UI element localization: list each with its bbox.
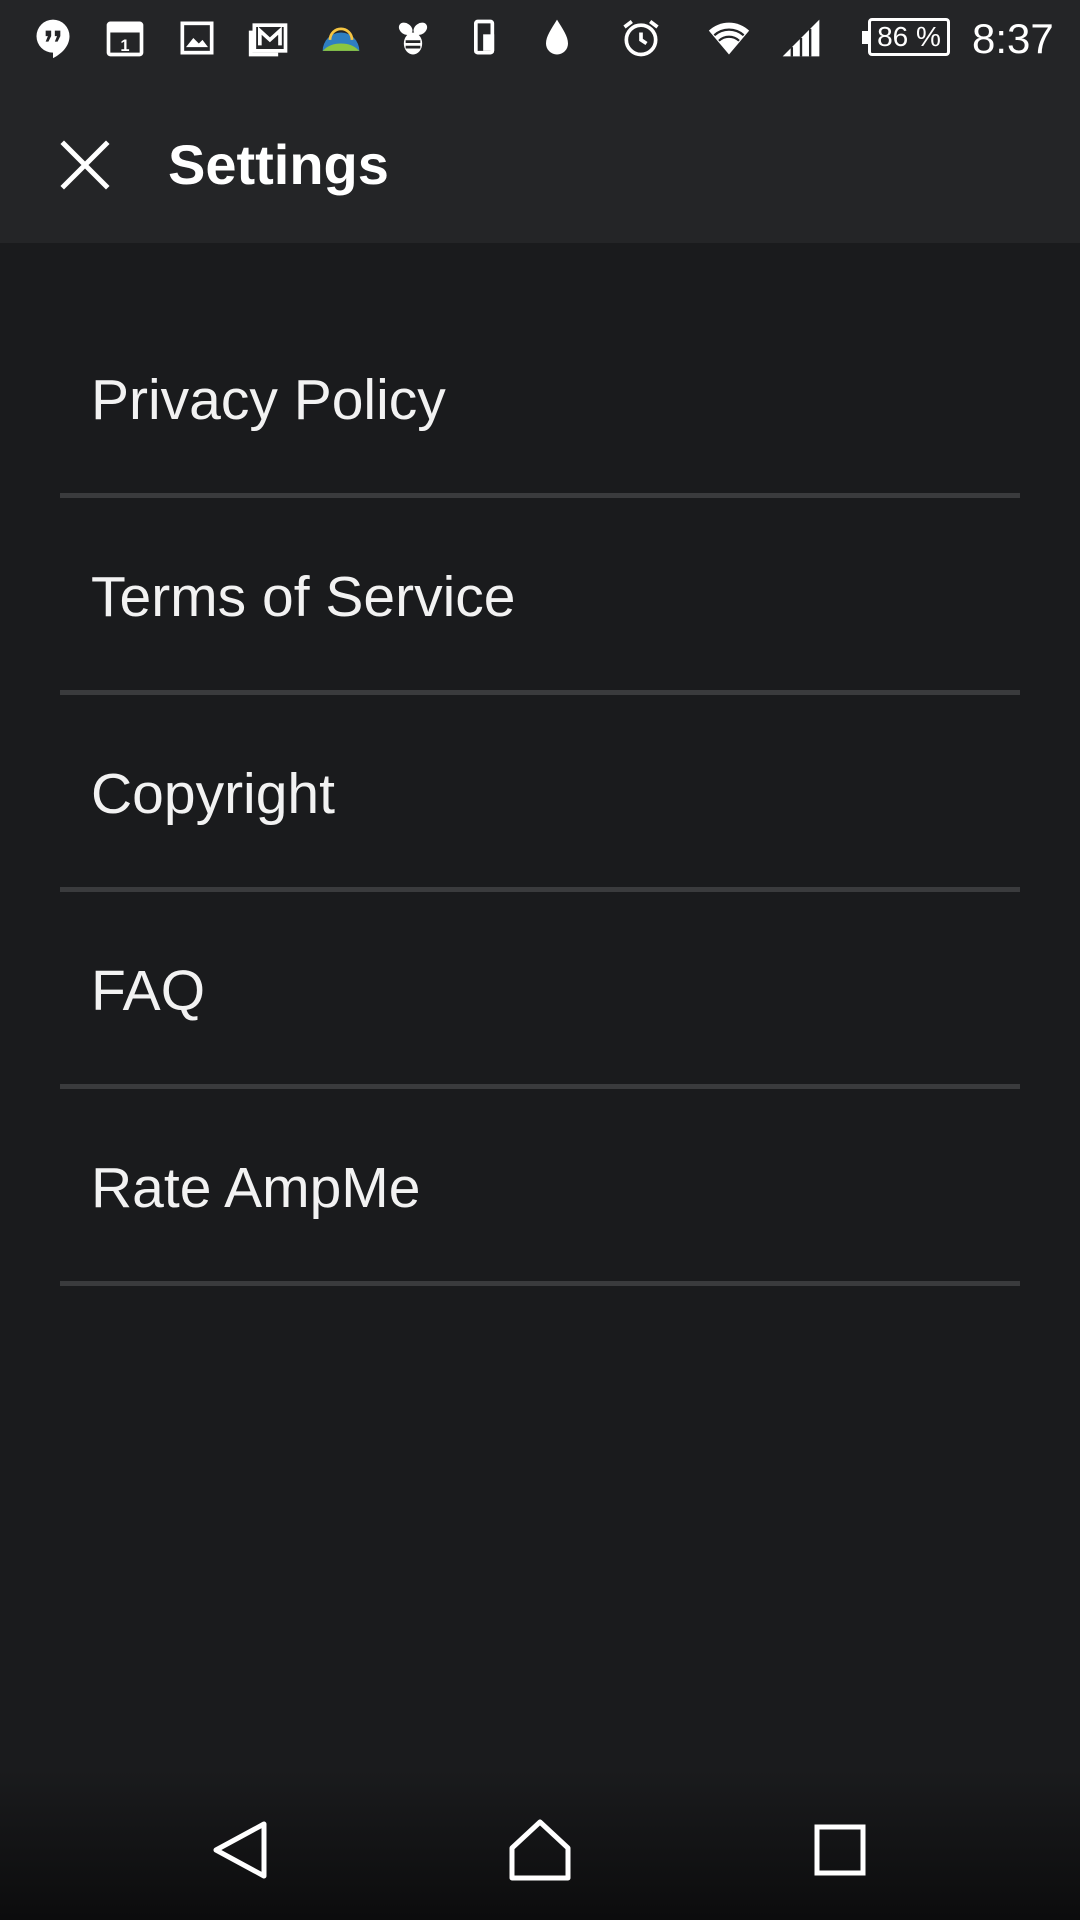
water-drop-icon [534,14,580,62]
system-nav-bar [0,1770,1080,1920]
home-button[interactable] [490,1800,590,1900]
swarm-icon [390,14,436,62]
recents-button[interactable] [790,1800,890,1900]
menu-item-faq[interactable]: FAQ [60,892,1020,1089]
weather-app-icon [318,14,364,62]
hangouts-icon [30,14,76,62]
menu-item-terms-of-service[interactable]: Terms of Service [60,498,1020,695]
menu-item-label: Terms of Service [91,565,516,629]
recents-icon[interactable] [813,1823,867,1877]
menu-item-copyright[interactable]: Copyright [60,695,1020,892]
status-bar: 1 86 % 8:37 [0,0,1080,78]
menu-item-privacy-policy[interactable]: Privacy Policy [60,301,1020,498]
alarm-icon [618,14,664,62]
cell-signal-icon [778,14,824,62]
wifi-icon [706,14,752,62]
menu-item-label: Copyright [91,762,335,826]
status-clock: 8:37 [972,15,1054,62]
home-icon[interactable] [508,1818,572,1882]
device-icon [462,14,508,62]
menu-item-label: FAQ [91,959,206,1023]
menu-item-rate-ampme[interactable]: Rate AmpMe [60,1089,1020,1286]
close-button[interactable] [42,122,128,208]
battery-indicator: 86 % [862,18,950,56]
gallery-icon [174,14,220,62]
calendar-icon: 1 [102,14,148,62]
close-icon[interactable] [60,140,110,190]
app-bar: Settings [0,78,1080,243]
back-button[interactable] [190,1800,290,1900]
calendar-day: 1 [120,37,129,55]
back-icon[interactable] [210,1820,270,1880]
gmail-icon [246,14,292,62]
settings-menu: Privacy Policy Terms of Service Copyrigh… [60,301,1020,1286]
page-title: Settings [168,133,389,196]
menu-item-label: Rate AmpMe [91,1156,421,1220]
menu-item-label: Privacy Policy [91,368,446,432]
